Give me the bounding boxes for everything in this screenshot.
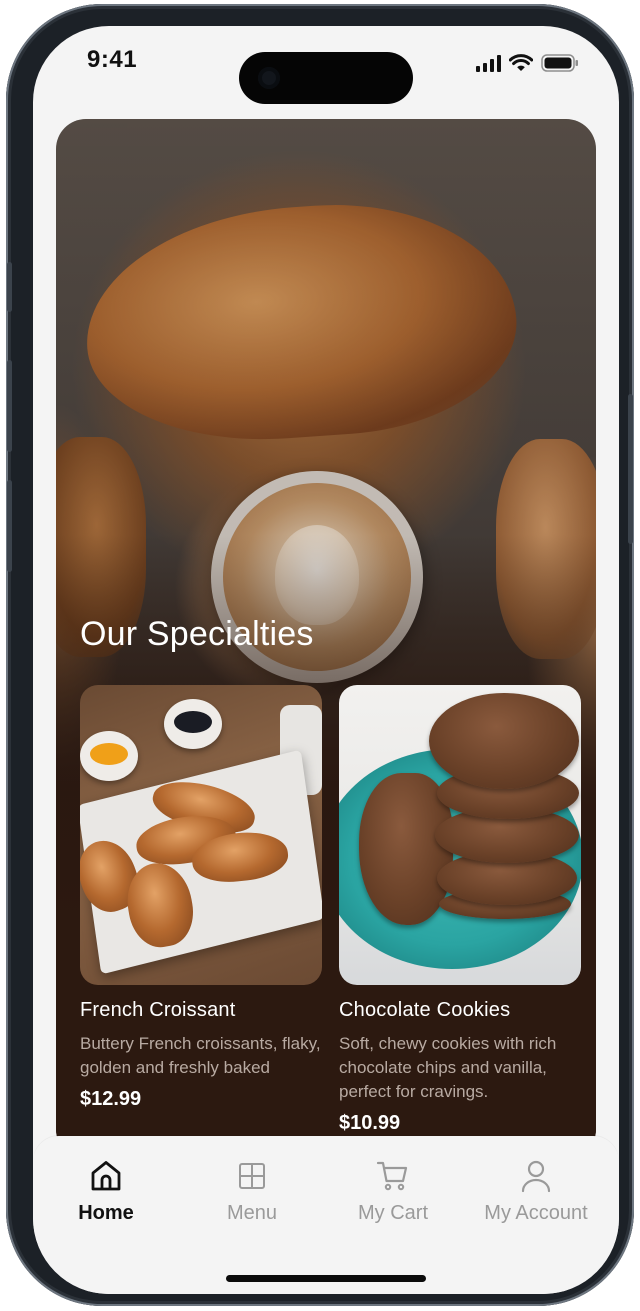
screen: 9:41 Our Specialties French Croissant Bu…: [33, 26, 619, 1294]
product-name: French Croissant: [80, 999, 236, 1021]
tab-home[interactable]: Home: [33, 1158, 179, 1225]
product-description: Buttery French croissants, flaky, golden…: [80, 1034, 321, 1077]
power-button: [628, 394, 633, 544]
tab-my-account[interactable]: My Account: [463, 1158, 609, 1225]
status-icons: [476, 52, 579, 72]
product-name: Chocolate Cookies: [339, 999, 511, 1021]
tab-label: My Cart: [358, 1202, 428, 1224]
tab-label: Home: [78, 1202, 134, 1224]
product-description: Soft, chewy cookies with rich chocolate …: [339, 1034, 557, 1101]
product-price: $10.99: [339, 1112, 401, 1134]
home-icon: [89, 1158, 123, 1194]
home-indicator[interactable]: [226, 1275, 426, 1282]
jam-cup-orange: [80, 731, 138, 781]
tab-menu[interactable]: Menu: [179, 1158, 325, 1225]
camera-icon: [258, 67, 280, 89]
user-icon: [520, 1158, 552, 1194]
jam-cup-dark: [164, 699, 222, 749]
grid-icon: [237, 1158, 267, 1194]
cart-icon: [376, 1158, 410, 1194]
volume-up-button: [7, 360, 12, 452]
wifi-icon: [509, 54, 533, 72]
phone-frame: 9:41 Our Specialties French Croissant Bu…: [6, 4, 634, 1306]
cookies-photo[interactable]: [339, 685, 581, 985]
volume-down-button: [7, 480, 12, 572]
tab-my-cart[interactable]: My Cart: [320, 1158, 466, 1225]
tab-label: Menu: [226, 1202, 278, 1224]
tab-label: My Account: [484, 1202, 588, 1224]
dynamic-island: [239, 52, 413, 104]
product-price: $12.99: [80, 1088, 142, 1110]
action-button: [7, 262, 12, 312]
product-card-french-croissant[interactable]: French Croissant Buttery French croissan…: [80, 685, 322, 1111]
status-time: 9:41: [87, 46, 138, 73]
battery-icon: [541, 54, 579, 72]
croissant-photo[interactable]: [80, 685, 322, 985]
bottom-tab-bar: Home Menu My Cart My Account: [33, 1136, 619, 1294]
signal-icon: [476, 54, 501, 72]
product-card-chocolate-cookies[interactable]: Chocolate Cookies Soft, chewy cookies wi…: [339, 685, 581, 1135]
cookie: [429, 693, 579, 789]
specialties-hero-card: Our Specialties French Croissant Buttery…: [56, 119, 596, 1159]
section-title: Our Specialties: [80, 615, 314, 653]
